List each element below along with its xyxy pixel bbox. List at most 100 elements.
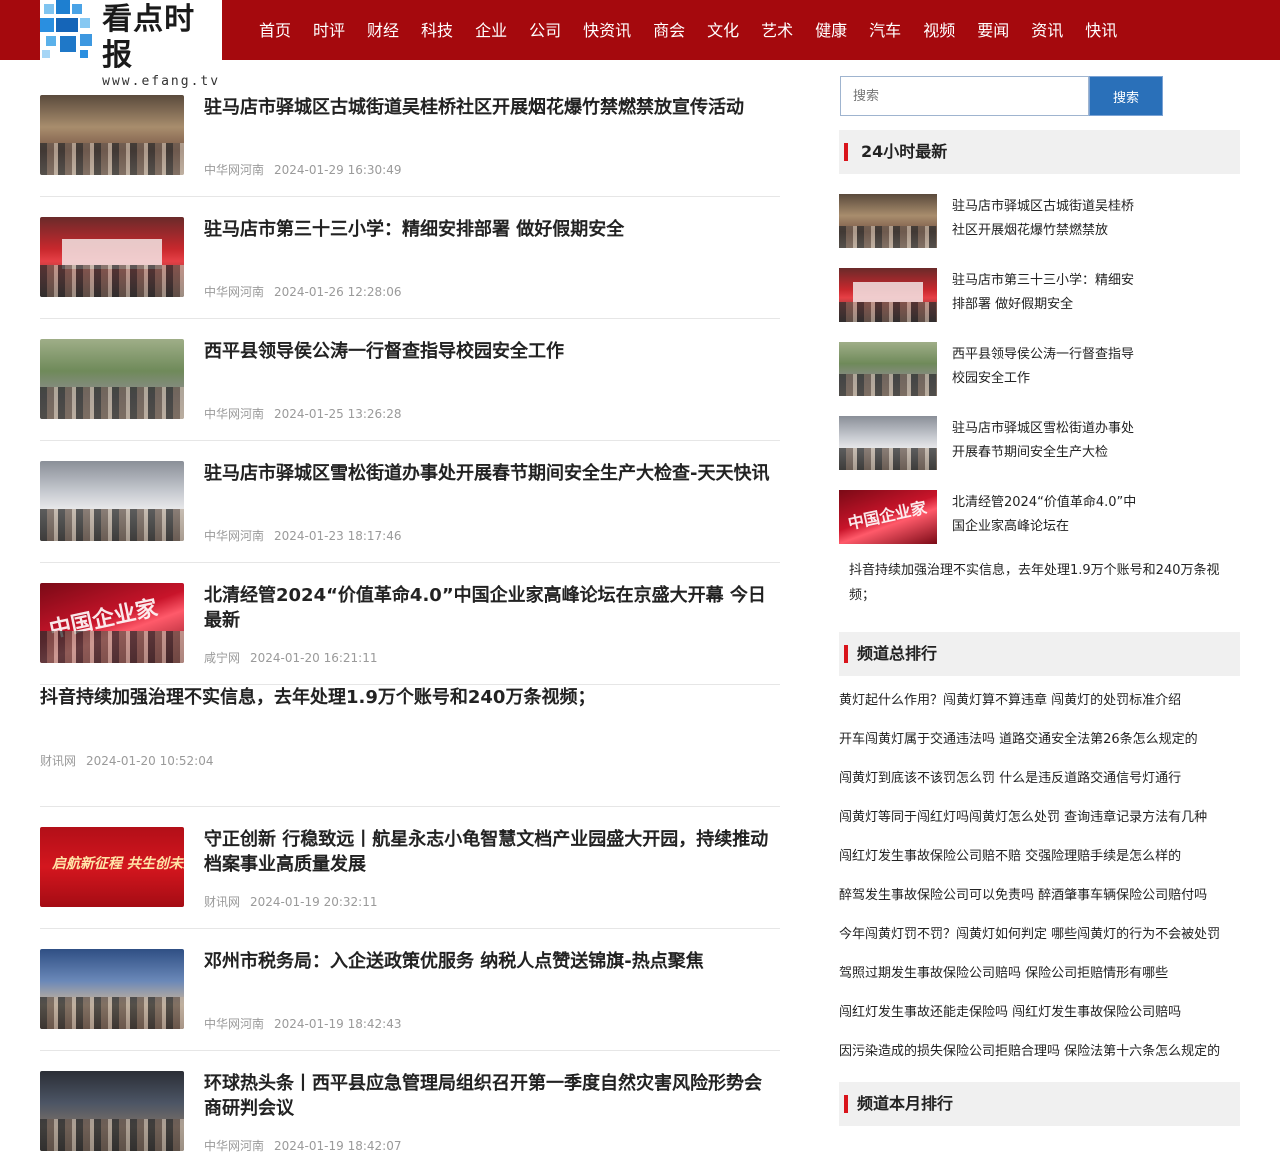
rank-item[interactable]: 今年闯黄灯罚不罚？闯黄灯如何判定 哪些闯黄灯的行为不会被处罚 bbox=[839, 926, 1240, 944]
rank-heading-bar: 频道总排行 bbox=[839, 632, 1240, 676]
nav-item-flash[interactable]: 快讯 bbox=[1074, 0, 1128, 60]
logo-title: 看点时报 bbox=[102, 2, 196, 73]
rank-item[interactable]: 驾照过期发生事故保险公司赔吗 保险公司拒赔情形有哪些 bbox=[839, 965, 1240, 983]
latest-item[interactable]: 驻马店市驿城区古城街道吴桂桥社区开展烟花爆竹禁燃禁放 bbox=[839, 194, 1240, 268]
nav-item-finance[interactable]: 财经 bbox=[356, 0, 410, 60]
latest-title[interactable]: 驻马店市第三十三小学：精细安排部署 做好假期安全 bbox=[952, 269, 1142, 317]
latest-item[interactable]: 中国企业家 北清经管2024“价值革命4.0”中国企业家高峰论坛在 bbox=[839, 490, 1240, 564]
nav-item-tech[interactable]: 科技 bbox=[410, 0, 464, 60]
latest-item[interactable]: 驻马店市驿城区雪松街道办事处开展春节期间安全生产大检 bbox=[839, 416, 1240, 490]
article-thumbnail[interactable]: 启航新征程 共生创未来 bbox=[40, 827, 184, 907]
nav-item-quick-news[interactable]: 快资讯 bbox=[572, 0, 642, 60]
article-item[interactable]: 驻马店市第三十三小学：精细安排部署 做好假期安全 中华网河南 2024-01-26… bbox=[40, 197, 780, 319]
article-thumbnail[interactable] bbox=[40, 339, 184, 419]
latest-title[interactable]: 驻马店市驿城区雪松街道办事处开展春节期间安全生产大检 bbox=[952, 417, 1142, 465]
rank-item[interactable]: 闯黄灯等同于闯红灯吗闯黄灯怎么处罚 查询违章记录方法有几种 bbox=[839, 809, 1240, 827]
latest-title[interactable]: 西平县领导侯公涛一行督查指导校园安全工作 bbox=[952, 343, 1142, 391]
article-item[interactable]: 抖音持续加强治理不实信息，去年处理1.9万个账号和240万条视频； 财讯网 202… bbox=[40, 685, 780, 807]
article-time: 2024-01-19 18:42:07 bbox=[274, 1139, 402, 1153]
article-title[interactable]: 邓州市税务局：入企送政策优服务 纳税人点赞送锦旗-热点聚焦 bbox=[204, 949, 774, 974]
article-title[interactable]: 抖音持续加强治理不实信息，去年处理1.9万个账号和240万条视频； bbox=[40, 685, 780, 710]
nav-item-auto[interactable]: 汽车 bbox=[858, 0, 912, 60]
rank-item[interactable]: 因污染造成的损失保险公司拒赔合理吗 保险法第十六条怎么规定的 bbox=[839, 1043, 1240, 1061]
latest-thumbnail[interactable] bbox=[839, 342, 937, 396]
site-logo[interactable]: 看点时报 www.efang.tv bbox=[40, 0, 222, 89]
article-source: 咸宁网 bbox=[204, 651, 241, 665]
latest-thumbnail[interactable] bbox=[839, 268, 937, 322]
latest-item[interactable]: 驻马店市第三十三小学：精细安排部署 做好假期安全 bbox=[839, 268, 1240, 342]
article-thumbnail[interactable]: 中国企业家 bbox=[40, 583, 184, 663]
article-list: 驻马店市驿城区古城街道吴桂桥社区开展烟花爆竹禁燃禁放宣传活动 中华网河南 2024… bbox=[40, 75, 780, 1167]
article-title[interactable]: 环球热头条丨西平县应急管理局组织召开第一季度自然灾害风险形势会商研判会议 bbox=[204, 1071, 774, 1121]
latest-heading-bar: 24小时最新 bbox=[839, 130, 1240, 174]
nav-item-company[interactable]: 公司 bbox=[518, 0, 572, 60]
rank-item[interactable]: 开车闯黄灯属于交通违法吗 道路交通安全法第26条怎么规定的 bbox=[839, 731, 1240, 749]
article-thumbnail[interactable] bbox=[40, 461, 184, 541]
rank-item[interactable]: 醉驾发生事故保险公司可以免责吗 醉酒肇事车辆保险公司赔付吗 bbox=[839, 887, 1240, 905]
rank-item[interactable]: 闯黄灯到底该不该罚怎么罚 什么是违反道路交通信号灯通行 bbox=[839, 770, 1240, 788]
article-title[interactable]: 驻马店市第三十三小学：精细安排部署 做好假期安全 bbox=[204, 217, 774, 242]
nav-item-chamber[interactable]: 商会 bbox=[642, 0, 696, 60]
article-item[interactable]: 启航新征程 共生创未来 守正创新 行稳致远丨航星永志小龟智慧文档产业园盛大开园，… bbox=[40, 807, 780, 929]
article-item[interactable]: 驻马店市驿城区雪松街道办事处开展春节期间安全生产大检查-天天快讯 中华网河南 20… bbox=[40, 441, 780, 563]
article-source: 中华网河南 bbox=[204, 407, 265, 421]
article-thumbnail[interactable] bbox=[40, 95, 184, 175]
rank-item[interactable]: 闯红灯发生事故保险公司赔不赔 交强险理赔手续是怎么样的 bbox=[839, 848, 1240, 866]
nav-item-enterprise[interactable]: 企业 bbox=[464, 0, 518, 60]
search-button[interactable]: 搜索 bbox=[1089, 76, 1163, 116]
article-meta: 中华网河南 2024-01-29 16:30:49 bbox=[204, 161, 401, 178]
article-title[interactable]: 守正创新 行稳致远丨航星永志小龟智慧文档产业园盛大开园，持续推动档案事业高质量发… bbox=[204, 827, 774, 877]
search-input[interactable] bbox=[840, 76, 1089, 116]
article-source: 中华网河南 bbox=[204, 1139, 265, 1153]
main-nav: 首页 时评 财经 科技 企业 公司 快资讯 商会 文化 艺术 健康 汽车 视频 … bbox=[248, 0, 1128, 60]
nav-item-health[interactable]: 健康 bbox=[804, 0, 858, 60]
site-header: 看点时报 www.efang.tv 首页 时评 财经 科技 企业 公司 快资讯 … bbox=[0, 0, 1280, 89]
nav-item-art[interactable]: 艺术 bbox=[750, 0, 804, 60]
nav-item-commentary[interactable]: 时评 bbox=[302, 0, 356, 60]
latest-thumbnail[interactable] bbox=[839, 416, 937, 470]
article-title[interactable]: 驻马店市驿城区古城街道吴桂桥社区开展烟花爆竹禁燃禁放宣传活动 bbox=[204, 95, 774, 120]
nav-item-info[interactable]: 资讯 bbox=[1020, 0, 1074, 60]
article-title[interactable]: 驻马店市驿城区雪松街道办事处开展春节期间安全生产大检查-天天快讯 bbox=[204, 461, 774, 486]
article-time: 2024-01-19 18:42:43 bbox=[274, 1017, 402, 1031]
article-meta: 咸宁网 2024-01-20 16:21:11 bbox=[204, 649, 377, 666]
rank-item[interactable]: 黄灯起什么作用？闯黄灯算不算违章 闯黄灯的处罚标准介绍 bbox=[839, 692, 1240, 710]
article-source: 中华网河南 bbox=[204, 285, 265, 299]
latest-thumbnail[interactable]: 中国企业家 bbox=[839, 490, 937, 544]
article-source: 财讯网 bbox=[204, 895, 241, 909]
article-item[interactable]: 中国企业家 北清经管2024“价值革命4.0”中国企业家高峰论坛在京盛大开幕 今… bbox=[40, 563, 780, 685]
logo-mark-icon bbox=[40, 0, 94, 60]
article-item[interactable]: 邓州市税务局：入企送政策优服务 纳税人点赞送锦旗-热点聚焦 中华网河南 2024-… bbox=[40, 929, 780, 1051]
nav-item-headlines[interactable]: 要闻 bbox=[966, 0, 1020, 60]
latest-title[interactable]: 驻马店市驿城区古城街道吴桂桥社区开展烟花爆竹禁燃禁放 bbox=[952, 195, 1142, 243]
nav-item-video[interactable]: 视频 bbox=[912, 0, 966, 60]
article-title[interactable]: 北清经管2024“价值革命4.0”中国企业家高峰论坛在京盛大开幕 今日最新 bbox=[204, 583, 774, 633]
article-time: 2024-01-26 12:28:06 bbox=[274, 285, 402, 299]
latest-item[interactable]: 西平县领导侯公涛一行督查指导校园安全工作 bbox=[839, 342, 1240, 416]
article-meta: 中华网河南 2024-01-25 13:26:28 bbox=[204, 405, 401, 422]
latest-heading: 24小时最新 bbox=[861, 142, 948, 161]
month-heading-bar: 频道本月排行 bbox=[839, 1082, 1240, 1126]
latest-text-item[interactable]: 抖音持续加强治理不实信息，去年处理1.9万个账号和240万条视频； bbox=[839, 558, 1239, 608]
article-meta: 中华网河南 2024-01-26 12:28:06 bbox=[204, 283, 401, 300]
article-item[interactable]: 驻马店市驿城区古城街道吴桂桥社区开展烟花爆竹禁燃禁放宣传活动 中华网河南 2024… bbox=[40, 75, 780, 197]
thumbnail-banner-text: 启航新征程 共生创未来 bbox=[52, 856, 184, 872]
article-time: 2024-01-20 16:21:11 bbox=[250, 651, 378, 665]
article-thumbnail[interactable] bbox=[40, 1071, 184, 1151]
sidebar: 搜索 24小时最新 驻马店市驿城区古城街道吴桂桥社区开展烟花爆竹禁燃禁放 驻马店… bbox=[839, 75, 1240, 1126]
article-title[interactable]: 西平县领导侯公涛一行督查指导校园安全工作 bbox=[204, 339, 774, 364]
rank-item[interactable]: 闯红灯发生事故还能走保险吗 闯红灯发生事故保险公司赔吗 bbox=[839, 1004, 1240, 1022]
article-source: 财讯网 bbox=[40, 754, 77, 768]
article-time: 2024-01-23 18:17:46 bbox=[274, 529, 402, 543]
rank-heading: 频道总排行 bbox=[857, 644, 938, 663]
latest-title[interactable]: 北清经管2024“价值革命4.0”中国企业家高峰论坛在 bbox=[952, 491, 1142, 539]
article-thumbnail[interactable] bbox=[40, 949, 184, 1029]
latest-list: 驻马店市驿城区古城街道吴桂桥社区开展烟花爆竹禁燃禁放 驻马店市第三十三小学：精细… bbox=[839, 194, 1240, 608]
latest-thumbnail[interactable] bbox=[839, 194, 937, 248]
article-thumbnail[interactable] bbox=[40, 217, 184, 297]
article-item[interactable]: 环球热头条丨西平县应急管理局组织召开第一季度自然灾害风险形势会商研判会议 中华网… bbox=[40, 1051, 780, 1167]
nav-item-culture[interactable]: 文化 bbox=[696, 0, 750, 60]
article-item[interactable]: 西平县领导侯公涛一行督查指导校园安全工作 中华网河南 2024-01-25 13:… bbox=[40, 319, 780, 441]
nav-item-home[interactable]: 首页 bbox=[248, 0, 302, 60]
article-meta: 中华网河南 2024-01-23 18:17:46 bbox=[204, 527, 401, 544]
